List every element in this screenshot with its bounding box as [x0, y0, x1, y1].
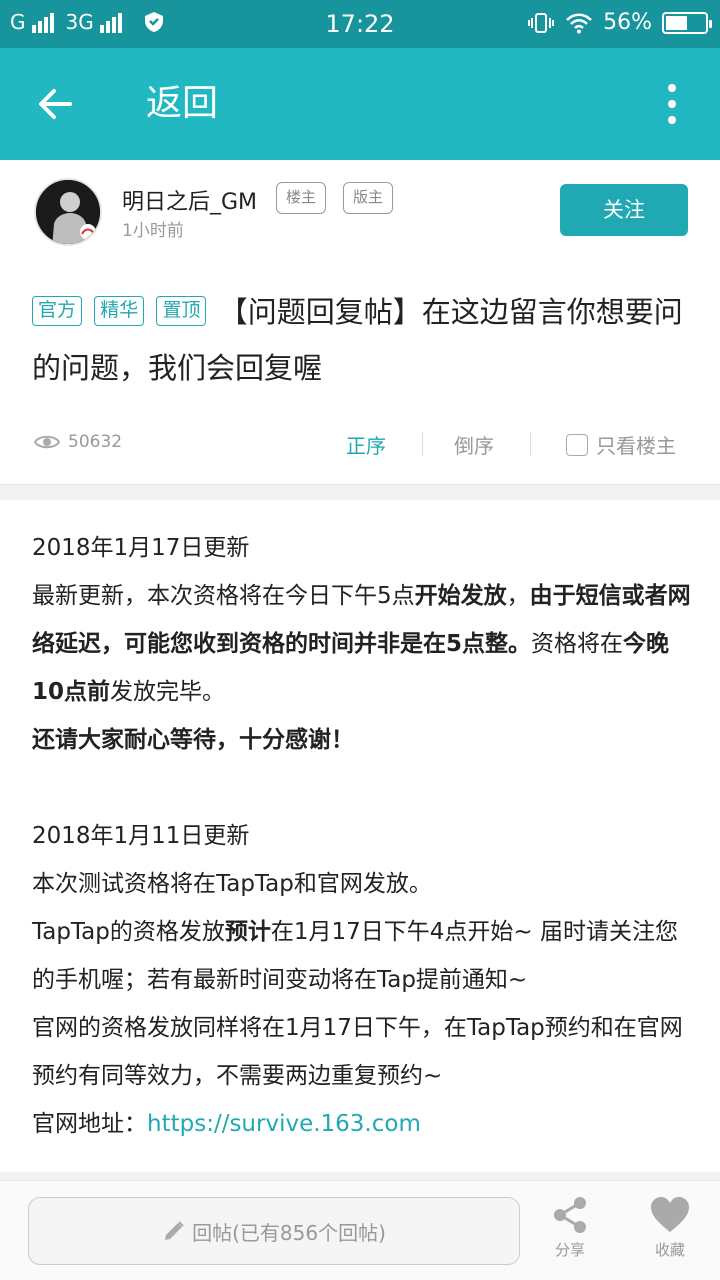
thanks-line: 还请大家耐心等待，十分感谢！ [32, 727, 354, 753]
status-right: 56% [527, 10, 712, 35]
bottom-bar: 回帖(已有856个回帖) 分享 收藏 [0, 1180, 720, 1280]
website-line: 官网地址：https://survive.163.com [32, 1111, 421, 1137]
reply-placeholder: 回帖(已有856个回帖) [192, 1220, 386, 1245]
favorite-button[interactable]: 收藏 [630, 1195, 710, 1260]
vibrate-icon [528, 12, 555, 33]
sort-divider-2 [530, 432, 531, 456]
section-divider [0, 484, 720, 500]
author-name[interactable]: 明日之后_GM [122, 184, 257, 216]
avatar[interactable] [34, 178, 102, 246]
tag-official: 官方 [32, 296, 83, 326]
share-icon [554, 1197, 586, 1233]
update-paragraph-3: TapTap的资格发放预计在1月17日下午4点开始~ 届时请关注您的手机喔；若有… [32, 919, 678, 993]
update-paragraph-1: 最新更新，本次资格将在今日下午5点开始发放，由于短信或者网络延迟，可能您收到资格… [32, 583, 691, 705]
op-badge: 楼主 [276, 182, 327, 214]
website-link[interactable]: https://survive.163.com [147, 1111, 421, 1137]
update-date-2: 2018年1月11日更新 [32, 823, 250, 849]
update-paragraph-4: 官网的资格发放同样将在1月17日下午，在TapTap预约和在官网预约有同等效力，… [32, 1015, 683, 1089]
update-paragraph-2: 本次测试资格将在TapTap和官网发放。 [32, 871, 432, 897]
post-content: 2018年1月17日更新 最新更新，本次资格将在今日下午5点开始发放，由于短信或… [32, 524, 698, 1148]
view-count-value: 50632 [68, 432, 123, 452]
author-row: 明日之后_GM 楼主 版主 1小时前 关注 [0, 160, 720, 256]
arrow-left-icon[interactable] [30, 78, 82, 130]
sort-ascending-tab[interactable]: 正序 [346, 430, 386, 459]
bottom-divider [0, 1172, 720, 1180]
checkbox-icon[interactable] [566, 433, 588, 456]
moderator-badge: 版主 [343, 182, 394, 214]
status-bar: G 3G 17:22 56% [0, 0, 720, 48]
follow-button[interactable]: 关注 [560, 184, 688, 236]
tag-pinned: 置顶 [156, 296, 207, 326]
more-vertical-icon[interactable] [664, 84, 680, 124]
share-label: 分享 [554, 1241, 585, 1259]
page-title[interactable]: 返回 [146, 78, 218, 130]
heart-icon [651, 1197, 689, 1232]
battery-icon [662, 11, 712, 34]
post-meta: 50632 正序 倒序 只看楼主 [0, 420, 720, 468]
eye-icon [34, 435, 60, 449]
view-count: 50632 [34, 432, 122, 452]
wifi-icon [566, 13, 592, 33]
app-bar: 返回 [0, 48, 720, 160]
only-op-toggle[interactable]: 只看楼主 [566, 430, 676, 459]
share-button[interactable]: 分享 [530, 1195, 610, 1260]
pencil-icon [165, 1221, 184, 1240]
sort-divider [422, 432, 423, 456]
tag-featured: 精华 [94, 296, 145, 326]
post-title: 官方 精华 置顶 【问题回复帖】在这边留言你想要问的问题，我们会回复喔 [32, 284, 692, 396]
reply-input[interactable]: 回帖(已有856个回帖) [28, 1197, 520, 1265]
avatar-figure-icon [36, 180, 100, 244]
update-date-1: 2018年1月17日更新 [32, 535, 250, 561]
battery-percent: 56% [603, 10, 652, 35]
favorite-label: 收藏 [654, 1241, 685, 1259]
post-time: 1小时前 [122, 221, 184, 241]
sort-descending-tab[interactable]: 倒序 [454, 430, 494, 459]
only-op-label: 只看楼主 [596, 434, 676, 458]
